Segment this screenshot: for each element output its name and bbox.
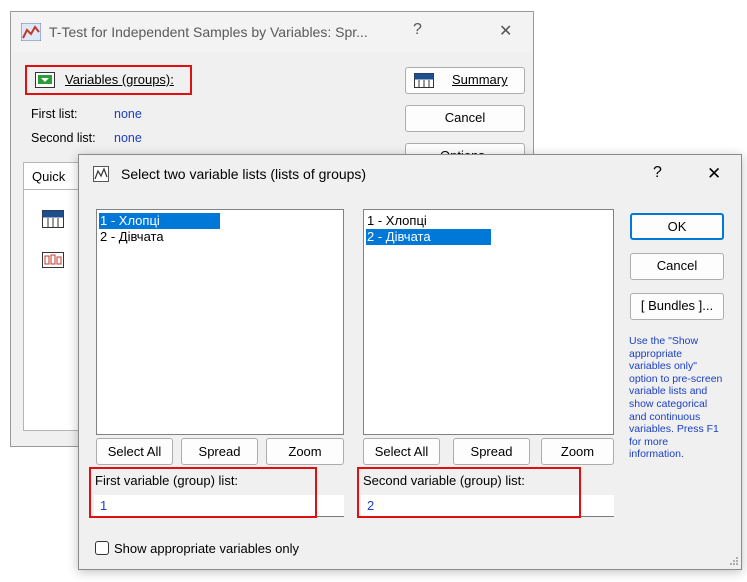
checkbox-label: Show appropriate variables only — [114, 541, 299, 556]
right-select-all-button[interactable]: Select All — [363, 438, 440, 465]
left-spread-button[interactable]: Spread — [181, 438, 258, 465]
dialog-icon — [93, 166, 109, 182]
help-text: Use the "Show appropriate variables only… — [629, 335, 723, 461]
left-zoom-button[interactable]: Zoom — [266, 438, 344, 465]
ok-button[interactable]: OK — [630, 213, 724, 240]
summary-table-icon[interactable] — [42, 210, 64, 228]
help-icon[interactable]: ? — [653, 164, 662, 182]
right-spread-button[interactable]: Spread — [453, 438, 530, 465]
summary-icon — [414, 73, 434, 88]
second-list-value: none — [114, 131, 142, 145]
right-zoom-button[interactable]: Zoom — [541, 438, 614, 465]
list-item[interactable]: 2 - Дівчата — [366, 229, 491, 245]
list-item[interactable]: 2 - Дівчата — [99, 229, 164, 245]
front-cancel-button[interactable]: Cancel — [630, 253, 724, 280]
back-cancel-button[interactable]: Cancel — [405, 105, 525, 132]
show-appropriate-checkbox[interactable]: Show appropriate variables only — [95, 540, 355, 558]
list-item[interactable]: 1 - Хлопці — [99, 213, 220, 229]
first-list-value: none — [114, 107, 142, 121]
first-variable-listbox[interactable]: 1 - Хлопці 2 - Дівчата — [96, 209, 344, 435]
bundles-button[interactable]: [ Bundles ]... — [630, 293, 724, 320]
list-item[interactable]: 1 - Хлопці — [366, 213, 427, 229]
help-icon[interactable]: ? — [413, 21, 422, 39]
dialog-title: Select two variable lists (lists of grou… — [121, 166, 367, 182]
close-icon[interactable]: ✕ — [499, 21, 512, 41]
title-bar: T-Test for Independent Samples by Variab… — [11, 12, 533, 52]
highlight-variables — [25, 65, 192, 95]
left-select-all-button[interactable]: Select All — [96, 438, 173, 465]
tab-quick-label: Quick — [32, 169, 66, 184]
resize-grip-icon[interactable] — [727, 555, 739, 567]
second-list-label: Second list: — [31, 131, 96, 145]
checkbox-box[interactable] — [95, 541, 109, 555]
select-variables-dialog: Select two variable lists (lists of grou… — [78, 154, 742, 570]
summary-label: Summary — [452, 72, 508, 87]
highlight-second-field — [357, 467, 581, 518]
first-list-label: First list: — [31, 107, 78, 121]
boxplot-icon[interactable] — [42, 252, 64, 268]
highlight-first-field — [89, 467, 317, 518]
second-variable-listbox[interactable]: 1 - Хлопці 2 - Дівчата — [363, 209, 614, 435]
summary-button[interactable]: Summary — [405, 67, 525, 94]
close-icon[interactable]: ✕ — [707, 164, 721, 184]
app-icon — [21, 23, 41, 41]
window-title: T-Test for Independent Samples by Variab… — [49, 24, 368, 40]
